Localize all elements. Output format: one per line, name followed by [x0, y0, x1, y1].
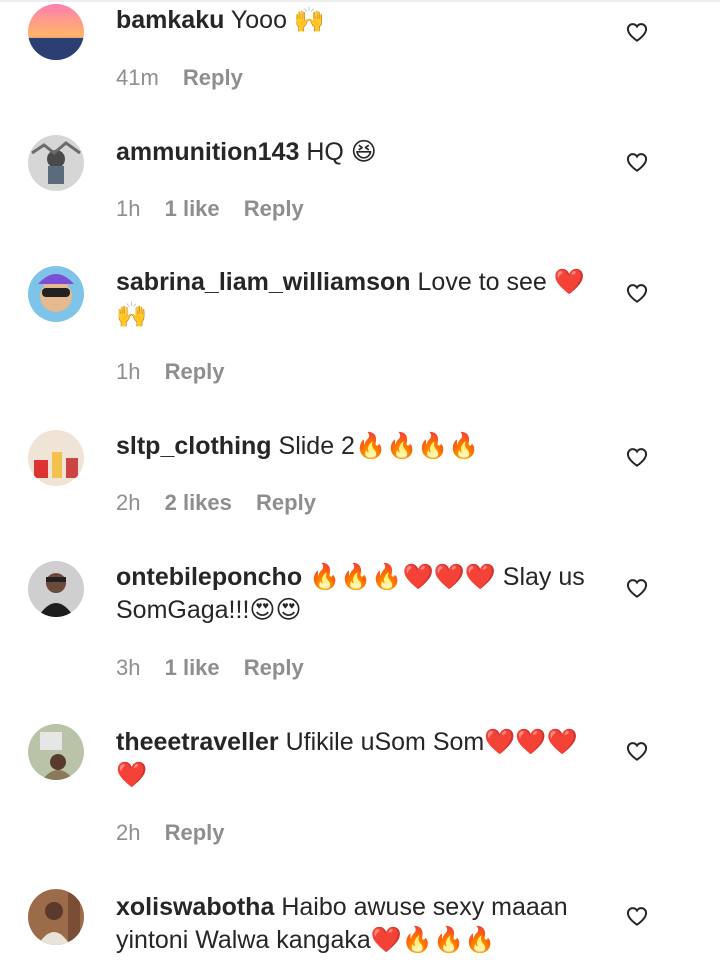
comment-time: 3h	[116, 655, 141, 680]
comment-username[interactable]: bamkaku	[116, 6, 224, 34]
reply-button[interactable]: Reply	[165, 820, 225, 845]
like-heart-icon[interactable]	[626, 447, 648, 467]
comment-body: sltp_clothing Slide 2🔥🔥🔥🔥	[116, 430, 600, 463]
comment-time: 41m	[116, 65, 159, 90]
like-heart-icon[interactable]	[626, 741, 648, 761]
avatar[interactable]	[28, 724, 84, 780]
like-heart-icon[interactable]	[626, 22, 648, 42]
avatar[interactable]	[28, 4, 84, 60]
avatar[interactable]	[28, 135, 84, 191]
comment-item: ontebileponcho 🔥🔥🔥❤️❤️❤️ Slay us SomGaga…	[0, 545, 720, 710]
comment-meta: 1h 1 like Reply	[116, 196, 322, 222]
comment-meta: 41m Reply	[116, 65, 261, 91]
comment-username[interactable]: sltp_clothing	[116, 432, 272, 460]
comment-item: bamkaku Yooo 🙌 41m Reply	[0, 0, 720, 120]
comment-item: sabrina_liam_williamson Love to see ❤️ 🙌…	[0, 250, 720, 415]
like-count[interactable]: 1 like	[165, 196, 220, 221]
comment-time: 2h	[116, 820, 141, 845]
reply-button[interactable]: Reply	[183, 65, 243, 90]
comment-item: theeetraveller Ufikile uSom Som❤️❤️❤️ ❤️…	[0, 710, 720, 875]
avatar[interactable]	[28, 266, 84, 322]
comment-body: sabrina_liam_williamson Love to see ❤️ 🙌	[116, 266, 600, 332]
comment-time: 1h	[116, 196, 141, 221]
comment-item: xoliswabotha Haibo awuse sexy maaan yint…	[0, 875, 720, 960]
comment-meta: 2h 2 likes Reply	[116, 490, 334, 516]
avatar[interactable]	[28, 430, 84, 486]
avatar[interactable]	[28, 889, 84, 945]
reply-button[interactable]: Reply	[256, 490, 316, 515]
comment-meta: 1h Reply	[116, 359, 243, 385]
like-count[interactable]: 2 likes	[165, 490, 232, 515]
reply-button[interactable]: Reply	[165, 359, 225, 384]
like-heart-icon[interactable]	[626, 283, 648, 303]
avatar[interactable]	[28, 561, 84, 617]
like-heart-icon[interactable]	[626, 906, 648, 926]
comment-item: sltp_clothing Slide 2🔥🔥🔥🔥 2h 2 likes Rep…	[0, 415, 720, 545]
comment-body: xoliswabotha Haibo awuse sexy maaan yint…	[116, 891, 600, 957]
comment-body: bamkaku Yooo 🙌	[116, 4, 600, 37]
comment-item: ammunition143 HQ 😆 1h 1 like Reply	[0, 120, 720, 250]
comment-time: 2h	[116, 490, 141, 515]
comment-username[interactable]: ontebileponcho	[116, 563, 302, 591]
like-count[interactable]: 1 like	[165, 655, 220, 680]
reply-button[interactable]: Reply	[244, 655, 304, 680]
comment-username[interactable]: xoliswabotha	[116, 893, 274, 921]
comment-text: Yooo 🙌	[230, 6, 326, 34]
comment-body: ontebileponcho 🔥🔥🔥❤️❤️❤️ Slay us SomGaga…	[116, 561, 600, 627]
comment-username[interactable]: sabrina_liam_williamson	[116, 268, 411, 296]
comment-time: 1h	[116, 359, 141, 384]
comment-meta: 2h Reply	[116, 820, 243, 846]
comment-body: ammunition143 HQ 😆	[116, 136, 600, 169]
comment-username[interactable]: theeetraveller	[116, 728, 279, 756]
comment-text: HQ 😆	[306, 138, 377, 166]
comment-username[interactable]: ammunition143	[116, 138, 299, 166]
comment-meta: 3h 1 like Reply	[116, 655, 322, 681]
comment-text: Slide 2🔥🔥🔥🔥	[278, 432, 480, 460]
comment-body: theeetraveller Ufikile uSom Som❤️❤️❤️ ❤️	[116, 726, 600, 792]
like-heart-icon[interactable]	[626, 578, 648, 598]
reply-button[interactable]: Reply	[244, 196, 304, 221]
like-heart-icon[interactable]	[626, 152, 648, 172]
